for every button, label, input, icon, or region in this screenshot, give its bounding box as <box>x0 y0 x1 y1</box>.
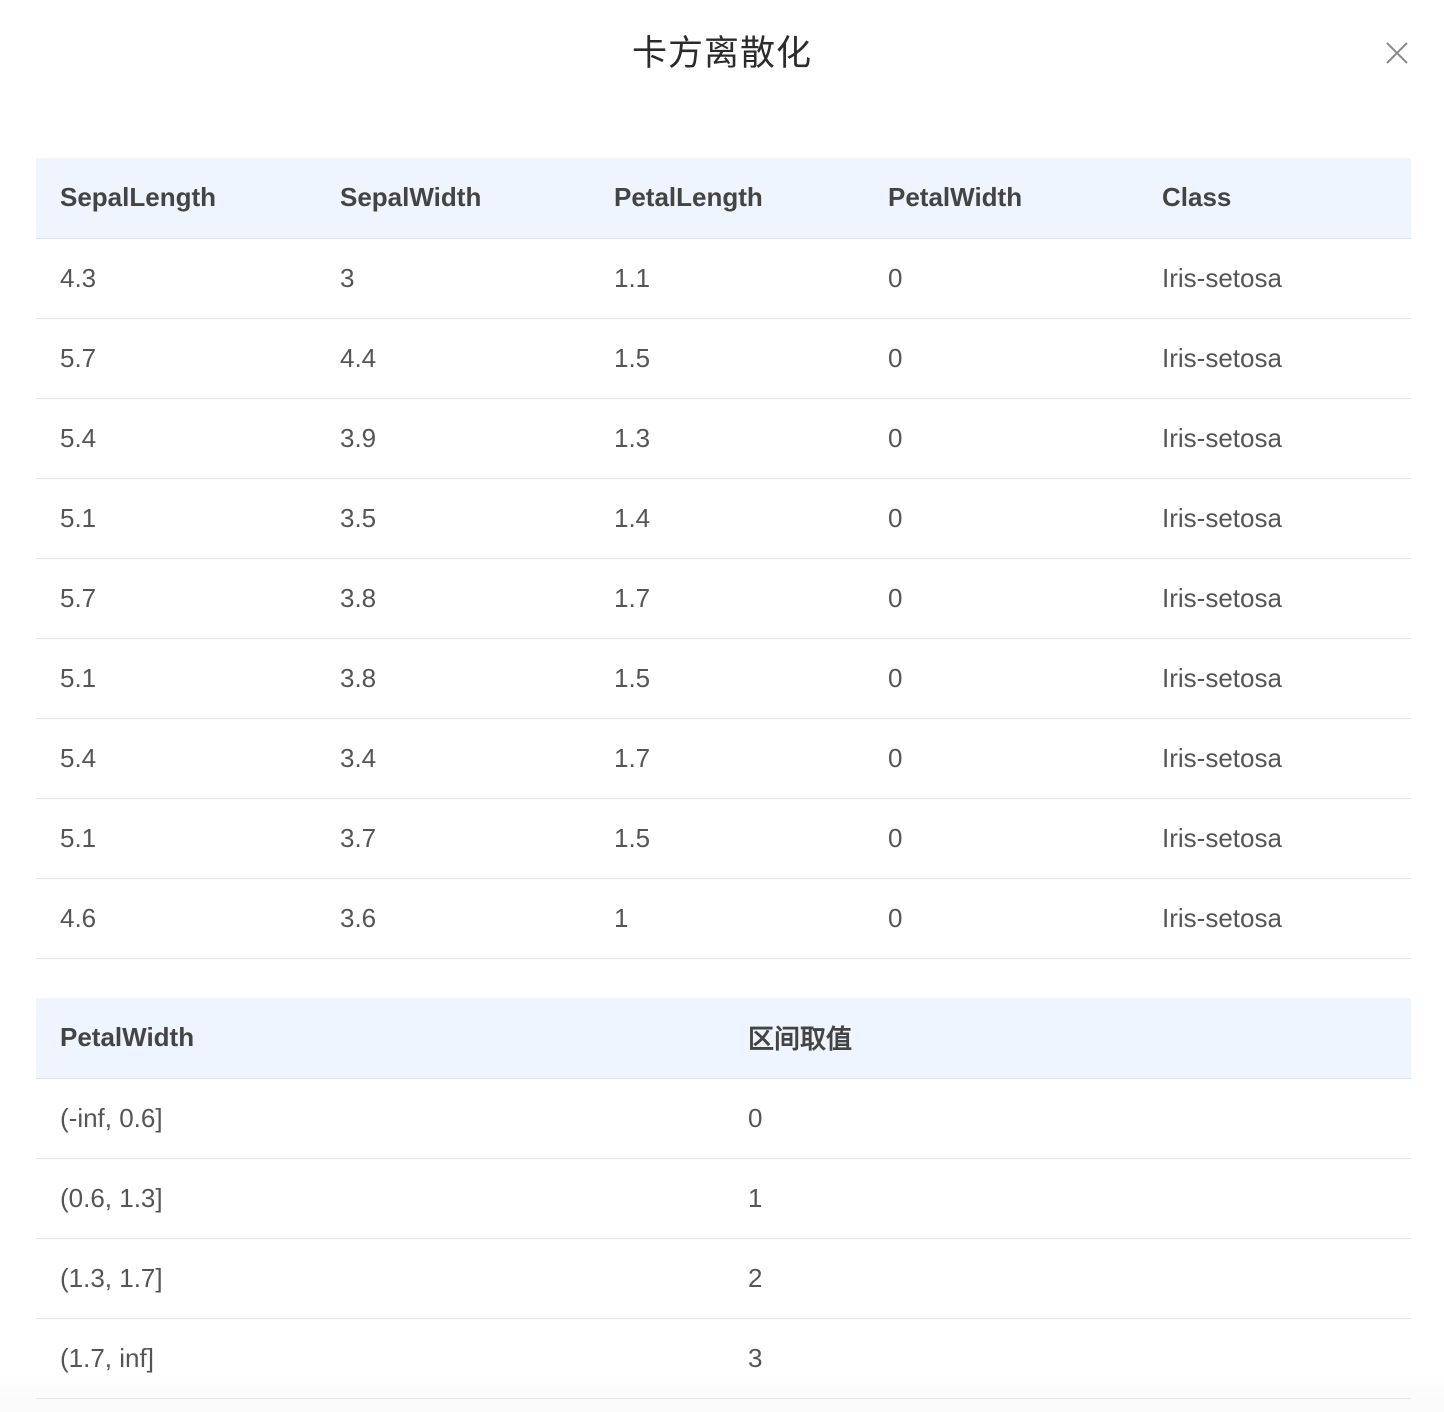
table-cell: 0 <box>864 798 1138 879</box>
table-cell: 0 <box>864 238 1138 319</box>
dialog-title: 卡方离散化 <box>631 34 812 73</box>
data-table-header: SepalLength SepalWidth PetalLength Petal… <box>36 158 1411 239</box>
table-cell: (1.7, inf] <box>36 1318 724 1399</box>
header-row: PetalWidth 区间取值 <box>36 998 1411 1079</box>
table-cell: Iris-setosa <box>1138 878 1411 959</box>
table-cell: 3.6 <box>316 878 590 959</box>
table-cell: 4.6 <box>36 878 316 959</box>
column-header-sepallength[interactable]: SepalLength <box>36 158 316 239</box>
close-icon <box>1385 41 1409 65</box>
bins-table: PetalWidth 区间取值 (-inf, 0.6] 0 (0.6, 1.3] 1(… <box>36 998 1411 1399</box>
table-row[interactable]: 5.7 3.8 1.7 0 Iris-setosa <box>36 558 1411 639</box>
table-cell: Iris-setosa <box>1138 478 1411 559</box>
table-cell: Iris-setosa <box>1138 398 1411 479</box>
table-cell: 5.1 <box>36 478 316 559</box>
table-cell: 1.7 <box>590 718 864 799</box>
table-cell: 1.5 <box>590 318 864 399</box>
column-header-sepalwidth[interactable]: SepalWidth <box>316 158 590 239</box>
table-cell: Iris-setosa <box>1138 798 1411 879</box>
table-cell: (1.3, 1.7] <box>36 1238 724 1319</box>
table-cell: 3.8 <box>316 638 590 719</box>
table-cell: 3.8 <box>316 558 590 639</box>
header-row: SepalLength SepalWidth PetalLength Petal… <box>36 158 1411 239</box>
table-cell: 1.4 <box>590 478 864 559</box>
table-cell: 5.7 <box>36 318 316 399</box>
chi-square-discretization-dialog: 卡方离散化 SepalLength SepalWidth PetalLength… <box>0 0 1444 1412</box>
table-cell: 5.1 <box>36 638 316 719</box>
table-row[interactable]: 5.4 3.4 1.7 0 Iris-setosa <box>36 718 1411 799</box>
table-row[interactable]: (1.3, 1.7] 2 <box>36 1238 1411 1319</box>
table-cell: 5.1 <box>36 798 316 879</box>
table-cell: 0 <box>724 1078 1411 1159</box>
column-header-interval-value[interactable]: 区间取值 <box>724 998 1411 1079</box>
table-cell: 3 <box>316 238 590 319</box>
table-cell: 1.3 <box>590 398 864 479</box>
table-cell: Iris-setosa <box>1138 718 1411 799</box>
table-cell: 0 <box>864 398 1138 479</box>
table-cell: Iris-setosa <box>1138 318 1411 399</box>
table-cell: 0 <box>864 318 1138 399</box>
column-header-petalwidth[interactable]: PetalWidth <box>36 998 724 1079</box>
table-cell: Iris-setosa <box>1138 238 1411 319</box>
bins-table-body: (-inf, 0.6] 0 (0.6, 1.3] 1 (1.3, 1.7] 2 (1.7, … <box>36 1078 1411 1399</box>
table-cell: (-inf, 0.6] <box>36 1078 724 1159</box>
table-row[interactable]: 4.6 3.6 1 0 Iris-setosa <box>36 878 1411 959</box>
table-row[interactable]: 5.1 3.8 1.5 0 Iris-setosa <box>36 638 1411 719</box>
table-cell: 1.7 <box>590 558 864 639</box>
table-cell: 1 <box>724 1158 1411 1239</box>
table-cell: 3 <box>724 1318 1411 1399</box>
table-cell: 0 <box>864 718 1138 799</box>
table-row[interactable]: 5.4 3.9 1.3 0 Iris-setosa <box>36 398 1411 479</box>
bins-table-header: PetalWidth 区间取值 <box>36 998 1411 1079</box>
table-row[interactable]: 4.3 3 1.1 0 Iris-setosa <box>36 238 1411 319</box>
table-cell: 0 <box>864 558 1138 639</box>
table-cell: (0.6, 1.3] <box>36 1158 724 1239</box>
table-row[interactable]: (-inf, 0.6] 0 <box>36 1078 1411 1159</box>
table-cell: Iris-setosa <box>1138 558 1411 639</box>
table-cell: 3.7 <box>316 798 590 879</box>
table-row[interactable]: 5.1 3.5 1.4 0 Iris-setosa <box>36 478 1411 559</box>
table-cell: 1.1 <box>590 238 864 319</box>
table-cell: 5.4 <box>36 398 316 479</box>
data-table: SepalLength SepalWidth PetalLength Petal… <box>36 158 1411 959</box>
table-cell: 5.4 <box>36 718 316 799</box>
table-cell: 5.7 <box>36 558 316 639</box>
column-header-petalwidth[interactable]: PetalWidth <box>864 158 1138 239</box>
column-header-class[interactable]: Class <box>1138 158 1411 239</box>
table-cell: 4.3 <box>36 238 316 319</box>
table-cell: 0 <box>864 478 1138 559</box>
table-row[interactable]: 5.1 3.7 1.5 0 Iris-setosa <box>36 798 1411 879</box>
table-cell: 3.4 <box>316 718 590 799</box>
table-cell: 1 <box>590 878 864 959</box>
table-cell: 1.5 <box>590 638 864 719</box>
close-button[interactable] <box>1377 33 1417 73</box>
table-row[interactable]: 5.7 4.4 1.5 0 Iris-setosa <box>36 318 1411 399</box>
data-table-body: 4.3 3 1.1 0 Iris-setosa 5.7 4.4 1.5 0 Iris-setosa… <box>36 238 1411 959</box>
column-header-petallength[interactable]: PetalLength <box>590 158 864 239</box>
table-cell: Iris-setosa <box>1138 638 1411 719</box>
table-row[interactable]: (0.6, 1.3] 1 <box>36 1158 1411 1239</box>
table-row[interactable]: (1.7, inf] 3 <box>36 1318 1411 1399</box>
table-cell: 3.5 <box>316 478 590 559</box>
table-cell: 4.4 <box>316 318 590 399</box>
table-cell: 0 <box>864 638 1138 719</box>
table-cell: 0 <box>864 878 1138 959</box>
table-cell: 1.5 <box>590 798 864 879</box>
table-cell: 2 <box>724 1238 1411 1319</box>
table-cell: 3.9 <box>316 398 590 479</box>
